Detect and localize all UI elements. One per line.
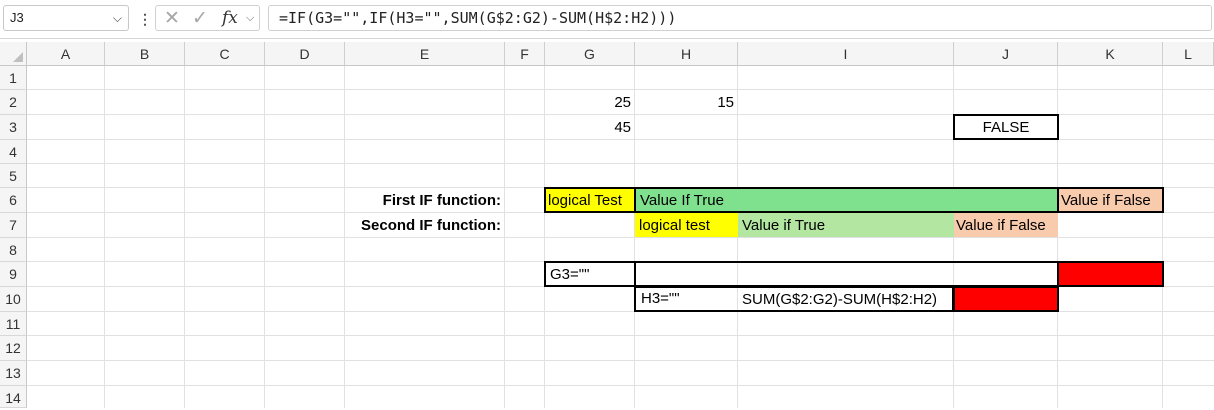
column-header-f[interactable]: F (505, 42, 545, 66)
column-header-a[interactable]: A (27, 42, 105, 66)
row-header-3[interactable]: 3 (0, 115, 27, 140)
row-header-4[interactable]: 4 (0, 140, 27, 164)
cell-h9-merged[interactable] (634, 261, 1059, 287)
row-header-13[interactable]: 13 (0, 361, 27, 386)
cell-h2[interactable]: 15 (635, 90, 738, 114)
row-header-11[interactable]: 11 (0, 312, 27, 336)
column-header-c[interactable]: C (185, 42, 265, 66)
column-header-i[interactable]: I (738, 42, 954, 66)
cell-e7[interactable]: Second IF function: (345, 213, 505, 237)
formula-buttons: ✕ ✓ fx ⌵ (155, 5, 260, 31)
formula-input[interactable]: =IF(G3="",IF(H3="",SUM(G$2:G2)-SUM(H$2:H… (268, 5, 1212, 31)
name-box-value: J3 (10, 10, 24, 25)
cell-g3[interactable]: 45 (545, 115, 635, 139)
column-header-l[interactable]: L (1163, 42, 1214, 66)
name-box[interactable]: J3 ⌵ (3, 5, 129, 31)
column-header-b[interactable]: B (105, 42, 185, 66)
cell-h7[interactable]: logical test (635, 213, 738, 237)
cell-h6[interactable]: Value If True (634, 187, 1059, 213)
gridline (27, 360, 1214, 361)
enter-icon[interactable]: ✓ (192, 7, 208, 30)
cell-j10[interactable] (953, 286, 1059, 312)
row-header-2[interactable]: 2 (0, 90, 27, 115)
column-header-g[interactable]: G (545, 42, 635, 66)
gridline (27, 237, 1214, 238)
row-header-7[interactable]: 7 (0, 213, 27, 238)
row-header-10[interactable]: 10 (0, 287, 27, 312)
row-header-8[interactable]: 8 (0, 238, 27, 262)
row-header-14[interactable]: 14 (0, 386, 27, 408)
cell-g6[interactable]: logical Test (544, 187, 636, 213)
cell-i7[interactable]: Value if True (738, 213, 954, 237)
select-all-button[interactable] (0, 42, 27, 66)
insert-function-icon[interactable]: fx (222, 8, 238, 28)
column-header-k[interactable]: K (1058, 42, 1163, 66)
column-header-d[interactable]: D (265, 42, 345, 66)
cell-k6[interactable]: Value if False (1057, 187, 1164, 213)
cell-k9[interactable] (1057, 261, 1164, 287)
cell-e6[interactable]: First IF function: (345, 188, 505, 212)
row-header-1[interactable]: 1 (0, 66, 27, 90)
cell-g9[interactable]: G3="" (544, 261, 636, 287)
column-header-e[interactable]: E (345, 42, 505, 66)
more-options-icon[interactable]: ⋮ (138, 11, 152, 28)
gridline (27, 385, 1214, 386)
gridline (27, 163, 1214, 164)
chevron-down-icon[interactable]: ⌵ (246, 12, 254, 25)
cell-i10[interactable]: SUM(G$2:G2)-SUM(H$2:H2) (738, 288, 953, 310)
row-header-6[interactable]: 6 (0, 188, 27, 213)
formula-bar: J3 ⌵ ⋮ ✕ ✓ fx ⌵ =IF(G3="",IF(H3="",SUM(G… (0, 0, 1214, 39)
column-header-h[interactable]: H (635, 42, 738, 66)
gridline (27, 335, 1214, 336)
row-header-12[interactable]: 12 (0, 336, 27, 361)
cell-j7[interactable]: Value if False (954, 213, 1058, 237)
cancel-icon[interactable]: ✕ (164, 7, 180, 30)
chevron-down-icon[interactable]: ⌵ (113, 6, 122, 30)
cell-j3-selected[interactable]: FALSE (953, 114, 1059, 140)
cell-g2[interactable]: 25 (545, 90, 635, 114)
row-header-5[interactable]: 5 (0, 164, 27, 188)
column-header-j[interactable]: J (954, 42, 1058, 66)
row-header-9[interactable]: 9 (0, 262, 27, 287)
cell-h10[interactable]: H3="" (637, 288, 737, 310)
